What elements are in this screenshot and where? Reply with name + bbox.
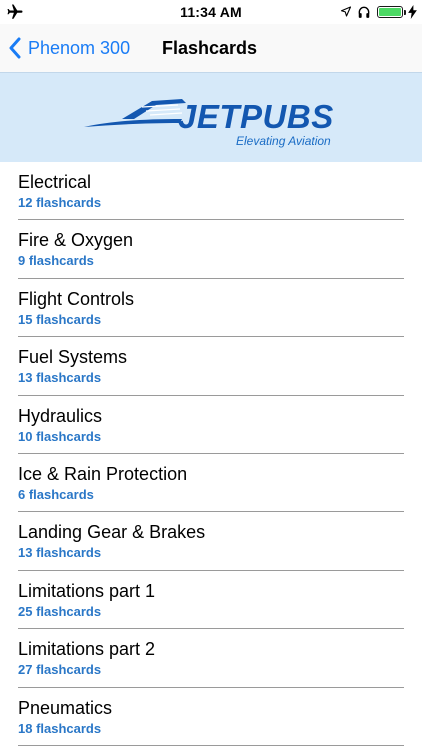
list-item-count: 12 flashcards xyxy=(18,195,102,210)
page-title: Flashcards xyxy=(162,38,258,58)
list-item-title: Electrical xyxy=(18,172,92,192)
list-item-count: 27 flashcards xyxy=(18,662,102,678)
list-item-title: Fire & Oxygen xyxy=(18,230,134,251)
list-item-title: Landing Gear & Brakes xyxy=(18,522,206,543)
divider xyxy=(18,744,404,746)
back-button[interactable]: Phenom 300 xyxy=(8,34,130,62)
list-item-count: 13 flashcards xyxy=(18,370,102,386)
list-item-title: Pneumatics xyxy=(18,697,113,718)
list-item[interactable]: Hydraulics 10 flashcards xyxy=(0,396,422,454)
list-item[interactable]: Fuel Systems 13 flashcards xyxy=(0,337,422,396)
list-item[interactable]: Limitations part 2 27 flashcards xyxy=(0,629,422,688)
brand-tagline: Elevating Aviation xyxy=(236,134,331,148)
list-item[interactable]: Pneumatics 18 flashcards xyxy=(0,688,422,746)
brand-banner: JETPUBS Elevating Aviation xyxy=(0,72,422,162)
list-item-title: Limitations part 2 xyxy=(18,639,156,660)
battery-level xyxy=(379,8,401,16)
battery-tip xyxy=(404,10,406,15)
back-button-label: Phenom 300 xyxy=(28,37,131,58)
list-item-title: Ice & Rain Protection xyxy=(18,463,188,484)
list-item[interactable]: Ice & Rain Protection 6 flashcards xyxy=(0,454,422,513)
list-item-title: Fuel Systems xyxy=(18,347,128,368)
charging-bolt-icon xyxy=(408,5,417,19)
list-item-count: 18 flashcards xyxy=(18,720,102,736)
location-arrow-icon xyxy=(340,6,352,17)
list-item[interactable]: Limitations part 1 25 flashcards xyxy=(0,571,422,630)
battery-icon xyxy=(377,6,403,18)
chevron-left-icon xyxy=(9,37,21,59)
list-item[interactable]: Electrical 12 flashcards xyxy=(0,162,422,221)
list-item-count: 10 flashcards xyxy=(18,428,102,444)
flashcard-category-list: Electrical 12 flashcards Fire & Oxygen 9 fl… xyxy=(0,162,422,746)
navigation-bar: Phenom 300 Flashcards xyxy=(0,24,422,72)
brand-logo-text: JETPUBS xyxy=(178,98,334,135)
list-item[interactable]: Flight Controls 15 flashcards xyxy=(0,279,422,338)
list-item-count: 15 flashcards xyxy=(18,311,102,327)
headphones-icon xyxy=(358,6,370,18)
list-item-count: 9 flashcards xyxy=(18,253,94,269)
list-item-title: Flight Controls xyxy=(18,288,135,309)
jet-swoosh-logo xyxy=(84,99,186,127)
list-item-title: Limitations part 1 xyxy=(18,580,156,601)
list-item[interactable]: Fire & Oxygen 9 flashcards xyxy=(0,220,422,279)
list-item-count: 13 flashcards xyxy=(18,545,102,561)
status-bar: 11:34 AM xyxy=(0,0,422,24)
list-item-count: 6 flashcards xyxy=(18,486,94,502)
list-item[interactable]: Landing Gear & Brakes 13 flashcards xyxy=(0,512,422,571)
list-item-count: 25 flashcards xyxy=(18,603,102,619)
list-item-title: Hydraulics xyxy=(18,405,103,426)
